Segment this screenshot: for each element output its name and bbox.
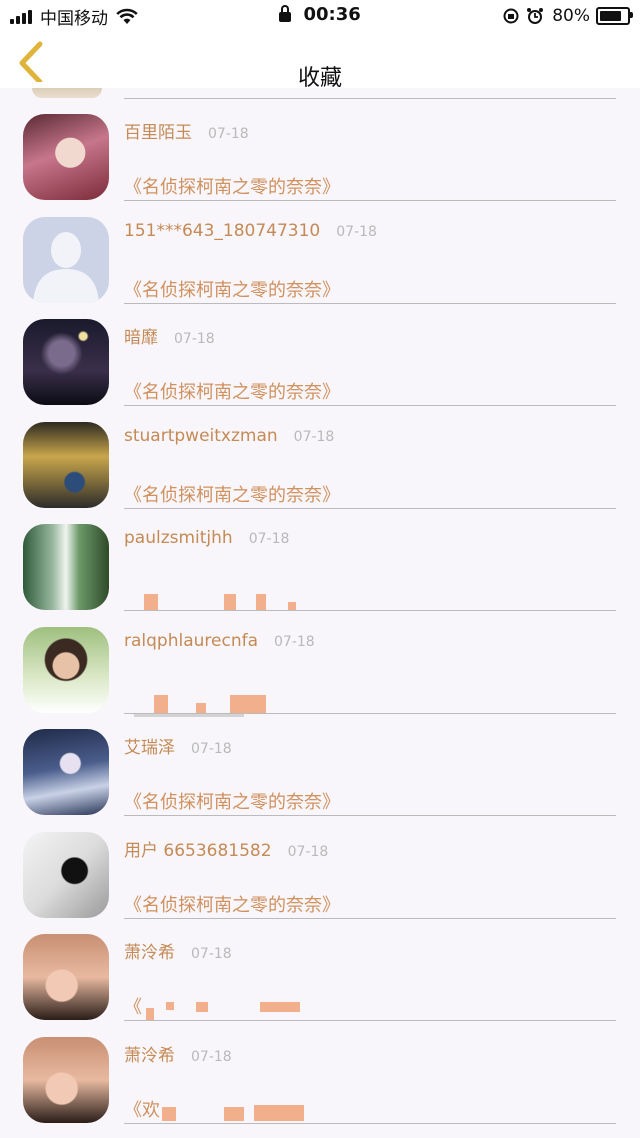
status-bar: 中国移动 00:36 80% — [0, 0, 640, 32]
list-item[interactable]: 艾瑞泽 07-18 《名侦探柯南之零的奈奈》 — [0, 715, 640, 818]
divider — [124, 712, 616, 714]
date-label: 07-18 — [274, 633, 315, 650]
book-title-link[interactable]: 《名侦探柯南之零的奈奈》 — [124, 378, 340, 404]
pixelated-content — [134, 998, 314, 1022]
nav-bar: 收藏 — [0, 32, 640, 91]
divider — [124, 200, 616, 201]
date-label: 07-18 — [336, 223, 377, 240]
book-title-link[interactable]: 《名侦探柯南之零的奈奈》 — [124, 173, 340, 199]
elf-character-avatar[interactable] — [23, 729, 109, 815]
divider — [124, 98, 616, 99]
divider — [124, 302, 616, 304]
default-user-avatar[interactable] — [23, 216, 109, 303]
favorites-list: 百里陌玉 07-18 《名侦探柯南之零的奈奈》 151***643_1807473… — [0, 88, 640, 1125]
list-item-partial — [0, 88, 640, 100]
manga-character-avatar[interactable] — [23, 831, 109, 918]
user-name[interactable]: ralqphlaurecnfa 07-18 — [124, 631, 315, 651]
date-label: 07-18 — [248, 531, 290, 547]
divider — [124, 1020, 616, 1021]
user-name[interactable]: stuartpweitxzman 07-18 — [124, 426, 334, 446]
divider — [124, 610, 616, 611]
street-photo-avatar[interactable] — [23, 421, 109, 508]
date-label: 07-18 — [174, 331, 215, 347]
list-item[interactable]: stuartpweitxzman 07-18 《名侦探柯南之零的奈奈》 — [0, 408, 640, 511]
date-label: 07-18 — [208, 126, 249, 142]
book-title-link[interactable]: 《名侦探柯南之零的奈奈》 — [124, 481, 340, 507]
list-item[interactable]: 用户 6653681582 07-18 《名侦探柯南之零的奈奈》 — [0, 818, 640, 921]
divider — [124, 405, 616, 406]
divider — [124, 917, 616, 919]
pixelated-content — [134, 588, 314, 612]
list-item[interactable]: 百里陌玉 07-18 《名侦探柯南之零的奈奈》 — [0, 100, 640, 203]
date-label: 07-18 — [293, 428, 335, 445]
divider — [124, 815, 616, 816]
dark-figure-avatar[interactable] — [23, 319, 109, 405]
date-label: 07-18 — [287, 843, 329, 860]
date-label: 07-18 — [191, 1048, 232, 1065]
user-name[interactable]: 艾瑞泽 07-18 — [124, 733, 232, 758]
clock-time: 00:36 — [303, 4, 361, 25]
list-item[interactable]: ralqphlaurecnfa 07-18 — [0, 613, 640, 717]
divider — [124, 1122, 616, 1124]
avatar — [32, 88, 102, 98]
list-item[interactable]: 暗靡 07-18 《名侦探柯南之零的奈奈》 — [0, 305, 640, 408]
battery-icon — [596, 7, 633, 25]
woman-photo-avatar[interactable] — [23, 626, 109, 713]
user-name[interactable]: 萧泠希 07-18 — [124, 938, 232, 963]
divider — [124, 507, 616, 509]
book-title-link[interactable]: 《名侦探柯南之零的奈奈》 — [124, 276, 340, 302]
list-item[interactable]: 萧泠希 07-18 《 — [0, 920, 640, 1023]
date-label: 07-18 — [191, 741, 232, 757]
selfie-girl-avatar[interactable] — [23, 1036, 109, 1123]
pixelated-content — [134, 1101, 314, 1125]
status-right: 80% — [502, 5, 633, 27]
battery-percent: 80% — [552, 6, 590, 26]
user-name[interactable]: 暗靡 07-18 — [124, 323, 215, 348]
selfie-girl-avatar[interactable] — [23, 934, 109, 1020]
date-label: 07-18 — [191, 946, 232, 962]
list-item[interactable]: 萧泠希 07-18 《欢 — [0, 1023, 640, 1126]
person-silhouette-icon — [33, 231, 99, 303]
waterfall-avatar[interactable] — [23, 524, 109, 610]
list-item[interactable]: 151***643_180747310 07-18 《名侦探柯南之零的奈奈》 — [0, 203, 640, 306]
list-item[interactable]: paulzsmitjhh 07-18 — [0, 510, 640, 613]
rotation-lock-icon — [503, 8, 519, 24]
alarm-icon — [527, 8, 544, 24]
lock-icon — [279, 5, 292, 22]
user-name[interactable]: paulzsmitjhh 07-18 — [124, 528, 289, 548]
user-name[interactable]: 用户 6653681582 07-18 — [124, 836, 328, 861]
user-name[interactable]: 萧泠希 07-18 — [124, 1041, 232, 1066]
user-name[interactable]: 151***643_180747310 07-18 — [124, 221, 377, 241]
book-title-link[interactable]: 《名侦探柯南之零的奈奈》 — [124, 891, 340, 917]
book-title-link[interactable]: 《名侦探柯南之零的奈奈》 — [124, 788, 340, 814]
anime-girl-avatar[interactable] — [23, 114, 109, 200]
pixelated-content — [134, 691, 314, 717]
user-name[interactable]: 百里陌玉 07-18 — [124, 118, 249, 143]
